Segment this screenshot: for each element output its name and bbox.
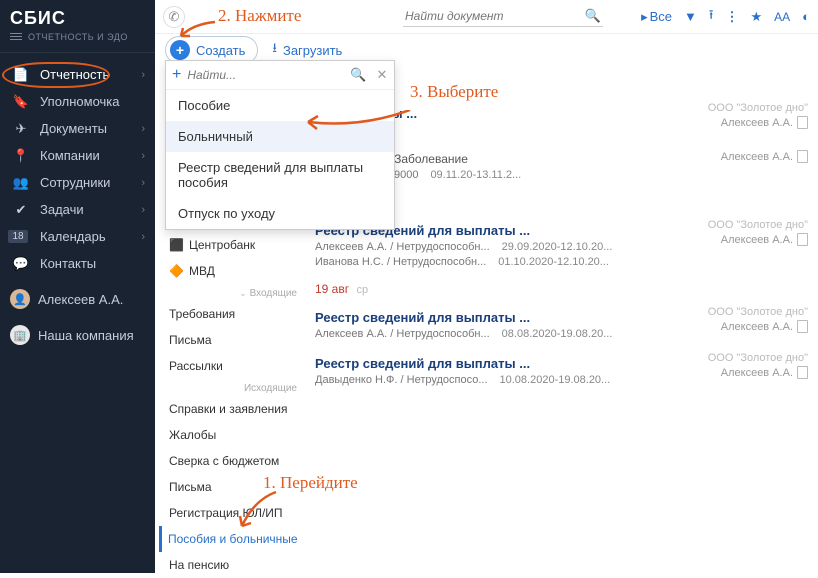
filter-all[interactable]: ▸ Все: [641, 9, 672, 25]
chevron-down-icon[interactable]: ⌄: [239, 288, 247, 298]
popup-search-input[interactable]: [187, 68, 344, 82]
popup-item[interactable]: Отпуск по уходу: [166, 198, 394, 229]
sidebar-item-7[interactable]: 💬 Контакты: [0, 250, 155, 277]
chat-icon: 💬: [12, 257, 30, 271]
popup-search-icon[interactable]: 🔍: [350, 67, 366, 83]
phone-button[interactable]: ✆: [163, 6, 185, 28]
list-item[interactable]: Письма: [165, 327, 305, 353]
doc-meta: Алексеев А.А.: [721, 148, 808, 163]
stamp-icon: 🔖: [12, 95, 30, 109]
upload-icon: ⭳: [272, 39, 277, 61]
check-icon: ✔: [12, 203, 30, 217]
list-item[interactable]: На пенсию: [165, 552, 305, 578]
list-item[interactable]: Сверка с бюджетом: [165, 448, 305, 474]
upload-top-icon[interactable]: ⭱: [709, 6, 714, 28]
create-dropdown: + 🔍 ✕ ПособиеБольничныйРеестр сведений д…: [165, 60, 395, 230]
sidebar-item-label: Контакты: [40, 256, 145, 271]
chevron-right-icon: ›: [141, 177, 145, 189]
file-icon: [797, 233, 808, 246]
sidebar-item-3[interactable]: 📍 Компании ›: [0, 142, 155, 169]
chevron-right-icon: ›: [141, 123, 145, 135]
date-separator: 19 авг ср: [315, 278, 808, 304]
sidebar-item-label: Компании: [40, 148, 141, 163]
user-name: Алексеев А.А.: [38, 292, 123, 307]
people-icon: 👥: [12, 176, 30, 190]
sidebar-item-label: Отчетность: [40, 67, 141, 82]
avatar: 👤: [10, 289, 30, 309]
annotation-3: 3. Выберите: [410, 82, 498, 102]
list-item[interactable]: Пособия и больничные: [159, 526, 305, 552]
doc-meta: ООО "Золотое дно" Алексеев А.А.: [708, 306, 808, 333]
org-item[interactable]: ⬛Центробанк: [165, 232, 305, 258]
list-item[interactable]: Жалобы: [165, 422, 305, 448]
popup-item[interactable]: Реестр сведений для выплаты пособия: [166, 152, 394, 198]
org-item[interactable]: 🔶МВД: [165, 258, 305, 284]
font-size-icon[interactable]: AA: [774, 10, 790, 24]
sidebar-item-label: Уполномочка: [40, 94, 145, 109]
list-item[interactable]: Регистрация ЮЛ/ИП: [165, 500, 305, 526]
upload-label: Загрузить: [283, 43, 342, 58]
doc-meta: ООО "Золотое дно" Алексеев А.А.: [708, 352, 808, 379]
chevron-right-icon: ›: [141, 69, 145, 81]
more-icon[interactable]: ⋮: [725, 9, 738, 25]
create-label: Создать: [196, 43, 245, 58]
category-column: 🟢РПН🟡ФСРАР⬛Центробанк🔶МВД⌄ ВходящиеТребо…: [165, 180, 305, 578]
filter-icon[interactable]: ▼: [684, 9, 697, 24]
company-icon: 🏢: [10, 325, 30, 345]
org-icon: ⬛: [169, 238, 183, 252]
report-icon: 📄: [12, 68, 30, 82]
file-icon: [797, 320, 808, 333]
file-icon: [797, 150, 808, 163]
search-icon[interactable]: 🔍: [585, 8, 601, 24]
file-icon: [797, 116, 808, 129]
doc-meta: ООО "Золотое дно" Алексеев А.А.: [708, 219, 808, 246]
brand-subtitle: ОТЧЕТНОСТЬ И ЭДО: [10, 31, 145, 42]
top-search: 🔍: [403, 6, 603, 27]
sidebar-company[interactable]: 🏢 Наша компания: [0, 317, 155, 353]
popup-item[interactable]: Пособие: [166, 90, 394, 121]
company-name: Наша компания: [38, 328, 134, 343]
group-header-out: Исходящие: [165, 379, 305, 396]
popup-close-icon[interactable]: ✕: [373, 67, 392, 83]
list-item[interactable]: Рассылки: [165, 353, 305, 379]
sidebar-item-label: Задачи: [40, 202, 141, 217]
document-row[interactable]: Реестр сведений для выплаты ...Давыденко…: [315, 350, 808, 396]
sidebar-item-label: Календарь: [40, 229, 141, 244]
popup-add-icon[interactable]: +: [172, 66, 181, 84]
burger-icon[interactable]: [10, 31, 22, 42]
document-row[interactable]: Реестр сведений для выплаты ...Алексеев …: [315, 304, 808, 350]
pin-icon: 📍: [12, 149, 30, 163]
upload-button[interactable]: ⭳ Загрузить: [272, 39, 342, 61]
doc-meta: ООО "Золотое дно" Алексеев А.А.: [708, 102, 808, 129]
sidebar-item-2[interactable]: ✈ Документы ›: [0, 115, 155, 142]
sidebar-item-5[interactable]: ✔ Задачи ›: [0, 196, 155, 223]
brand-logo: СБИС: [10, 8, 145, 29]
sidebar-item-1[interactable]: 🔖 Уполномочка: [0, 88, 155, 115]
cal-icon: 18: [12, 230, 30, 244]
doc-subtitle: Иванова Н.С. / Нетрудоспособн...01.10.20…: [315, 256, 808, 268]
sidebar-item-label: Сотрудники: [40, 175, 141, 190]
topbar: ✆ 🔍 ▸ Все ▼ ⭱ ⋮ ★ AA ◐: [155, 0, 818, 34]
sidebar: СБИС ОТЧЕТНОСТЬ И ЭДО 📄 Отчетность ›🔖 Уп…: [0, 0, 155, 573]
org-icon: 🔶: [169, 264, 183, 278]
search-input[interactable]: [403, 6, 603, 27]
sidebar-item-6[interactable]: 18 Календарь ›: [0, 223, 155, 250]
star-icon[interactable]: ★: [750, 9, 762, 25]
sidebar-item-0[interactable]: 📄 Отчетность ›: [0, 61, 155, 88]
chevron-right-icon: ›: [141, 150, 145, 162]
sidebar-user[interactable]: 👤 Алексеев А.А.: [0, 281, 155, 317]
list-item[interactable]: Требования: [165, 301, 305, 327]
list-item[interactable]: Справки и заявления: [165, 396, 305, 422]
chevron-right-icon: ›: [141, 231, 145, 243]
popup-item[interactable]: Больничный: [166, 121, 394, 152]
plus-icon: +: [170, 40, 190, 60]
send-icon: ✈: [12, 122, 30, 136]
group-header-in: ⌄ Входящие: [165, 284, 305, 301]
file-icon: [797, 366, 808, 379]
list-item[interactable]: Письма: [165, 474, 305, 500]
sidebar-item-label: Документы: [40, 121, 141, 136]
sidebar-item-4[interactable]: 👥 Сотрудники ›: [0, 169, 155, 196]
chevron-right-icon: ›: [141, 204, 145, 216]
theme-icon[interactable]: ◐: [802, 9, 810, 24]
